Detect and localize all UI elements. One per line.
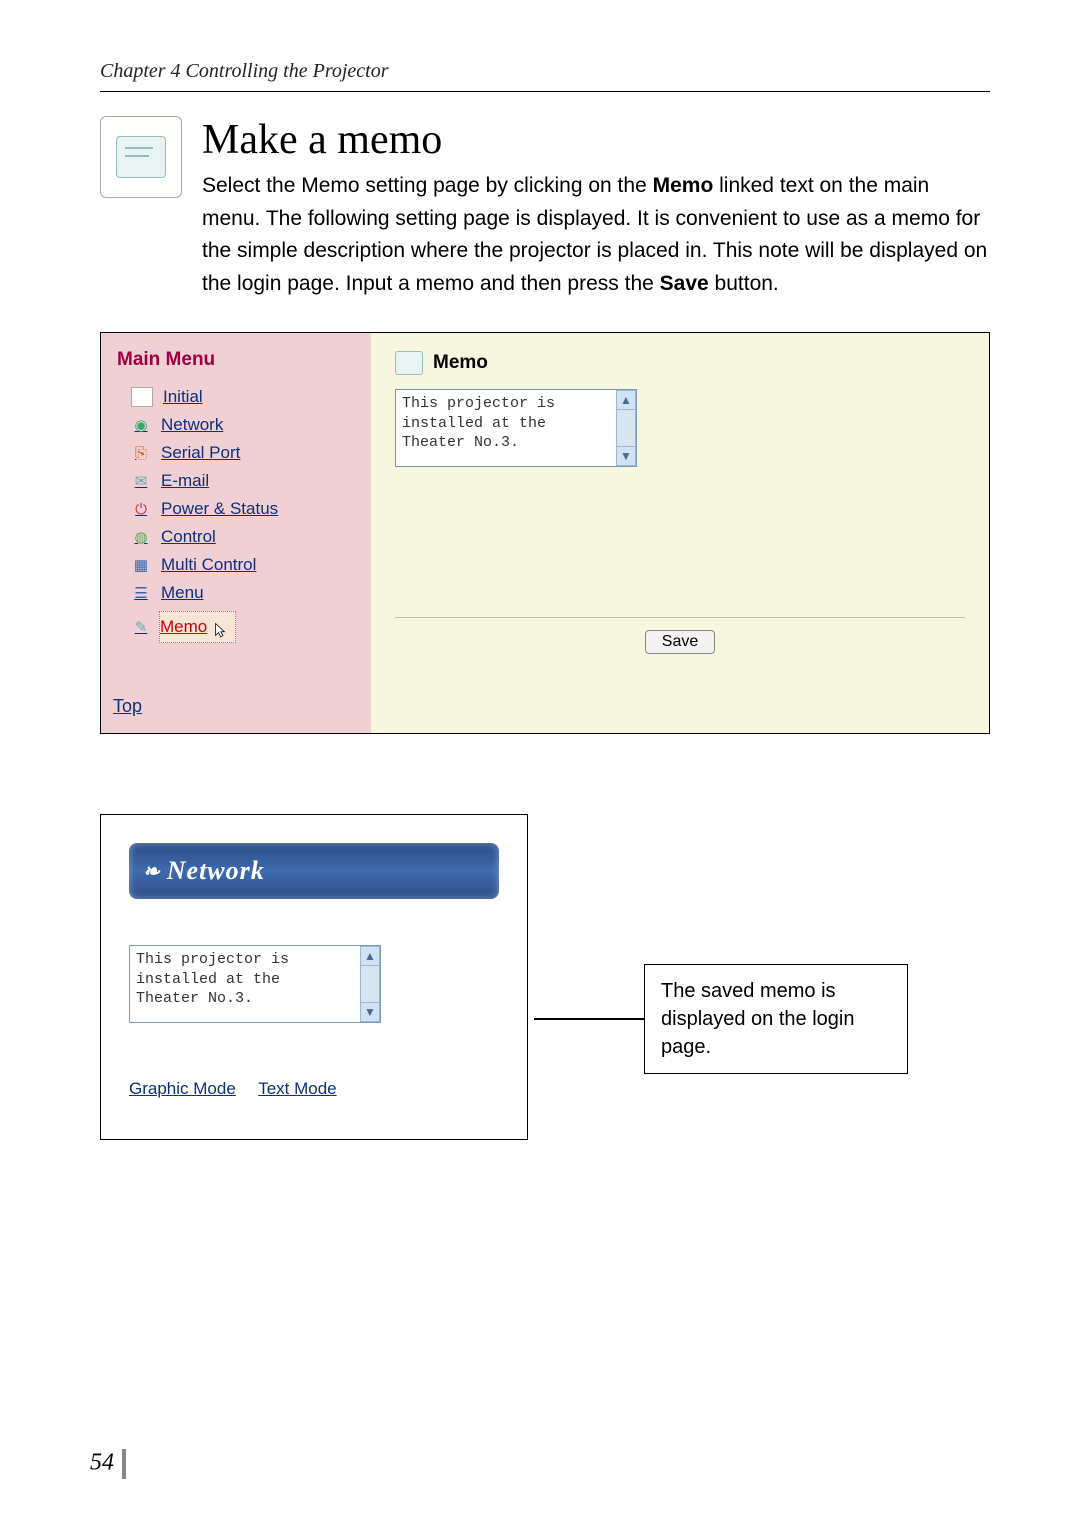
sidebar-item-label: Serial Port xyxy=(161,443,240,463)
network-banner: ❧ Network xyxy=(129,843,499,899)
sidebar-item-label: Memo xyxy=(160,617,207,637)
memo-page-icon xyxy=(100,116,182,198)
memo-textarea[interactable]: This projector is installed at the Theat… xyxy=(395,389,637,467)
intro-text-3: button. xyxy=(709,272,779,295)
page-title: Make a memo xyxy=(202,116,990,164)
login-page-screenshot: ❧ Network This projector is installed at… xyxy=(100,814,528,1140)
intro-paragraph: Select the Memo setting page by clicking… xyxy=(202,170,990,300)
mail-icon: ✉ xyxy=(131,472,151,490)
banner-text: Network xyxy=(167,856,265,886)
callout-leader-line xyxy=(534,1018,644,1020)
pane-title-label: Memo xyxy=(433,352,488,374)
scroll-track[interactable] xyxy=(360,966,380,1002)
sidebar-item-serial-port[interactable]: ⎘ Serial Port xyxy=(111,439,361,467)
mode-links: Graphic Mode Text Mode xyxy=(129,1079,499,1099)
sidebar-item-label: Initial xyxy=(163,387,203,407)
cursor-pointer-icon xyxy=(211,620,229,642)
sidebar-item-label: Multi Control xyxy=(161,555,256,575)
chapter-title: Chapter 4 Controlling the Projector xyxy=(100,60,990,83)
multi-icon: ▦ xyxy=(131,556,151,574)
intro-memo-word: Memo xyxy=(653,174,714,197)
save-button[interactable]: Save xyxy=(645,630,715,654)
top-link[interactable]: Top xyxy=(111,696,361,717)
scroll-down-icon[interactable]: ▼ xyxy=(616,446,636,466)
sidebar-item-label: Power & Status xyxy=(161,499,278,519)
sidebar-item-memo-wrap[interactable]: ✎ Memo xyxy=(111,607,361,647)
sidebar-item-label: E-mail xyxy=(161,471,209,491)
main-menu-sidebar: Main Menu Initial ◉ Network ⎘ Serial Por… xyxy=(101,333,371,733)
graphic-mode-link[interactable]: Graphic Mode xyxy=(129,1079,236,1098)
sidebar-item-email[interactable]: ✉ E-mail xyxy=(111,467,361,495)
sidebar-item-multi-control[interactable]: ▦ Multi Control xyxy=(111,551,361,579)
memo-icon xyxy=(395,351,423,375)
intro-save-word: Save xyxy=(660,272,709,295)
sidebar-item-menu[interactable]: ☰ Menu xyxy=(111,579,361,607)
scrollbar[interactable]: ▲ ▼ xyxy=(616,390,636,466)
port-icon: ⎘ xyxy=(131,444,151,462)
sidebar-item-label: Menu xyxy=(161,583,204,603)
sidebar-item-network[interactable]: ◉ Network xyxy=(111,411,361,439)
control-icon: ◍ xyxy=(131,528,151,546)
sidebar-item-initial[interactable]: Initial xyxy=(111,383,361,411)
doc-icon xyxy=(131,387,153,407)
menu-icon: ☰ xyxy=(131,584,151,602)
memo-icon: ✎ xyxy=(131,618,151,636)
memo-display: This projector is installed at the Theat… xyxy=(129,945,381,1023)
leaf-icon: ❧ xyxy=(143,859,161,884)
scroll-down-icon[interactable]: ▼ xyxy=(360,1002,380,1022)
sidebar-item-control[interactable]: ◍ Control xyxy=(111,523,361,551)
power-icon: ⏻ xyxy=(131,500,151,518)
memo-text-value[interactable]: This projector is installed at the Theat… xyxy=(396,390,616,466)
sidebar-item-memo[interactable]: Memo xyxy=(159,611,236,643)
settings-screenshot: Main Menu Initial ◉ Network ⎘ Serial Por… xyxy=(100,332,990,734)
sidebar-title: Main Menu xyxy=(111,349,361,371)
scroll-up-icon[interactable]: ▲ xyxy=(360,946,380,966)
scroll-up-icon[interactable]: ▲ xyxy=(616,390,636,410)
callout-box: The saved memo is displayed on the login… xyxy=(644,964,908,1074)
sidebar-item-label: Control xyxy=(161,527,216,547)
page-number: 54 xyxy=(90,1449,126,1479)
globe-icon: ◉ xyxy=(131,416,151,434)
scrollbar[interactable]: ▲ ▼ xyxy=(360,946,380,1022)
scroll-track[interactable] xyxy=(616,410,636,446)
sidebar-item-label: Network xyxy=(161,415,223,435)
text-mode-link[interactable]: Text Mode xyxy=(258,1079,336,1098)
intro-text: Select the Memo setting page by clicking… xyxy=(202,174,653,197)
memo-display-text: This projector is installed at the Theat… xyxy=(130,946,360,1022)
memo-pane: Memo This projector is installed at the … xyxy=(371,333,989,733)
divider xyxy=(100,91,990,92)
sidebar-item-power-status[interactable]: ⏻ Power & Status xyxy=(111,495,361,523)
